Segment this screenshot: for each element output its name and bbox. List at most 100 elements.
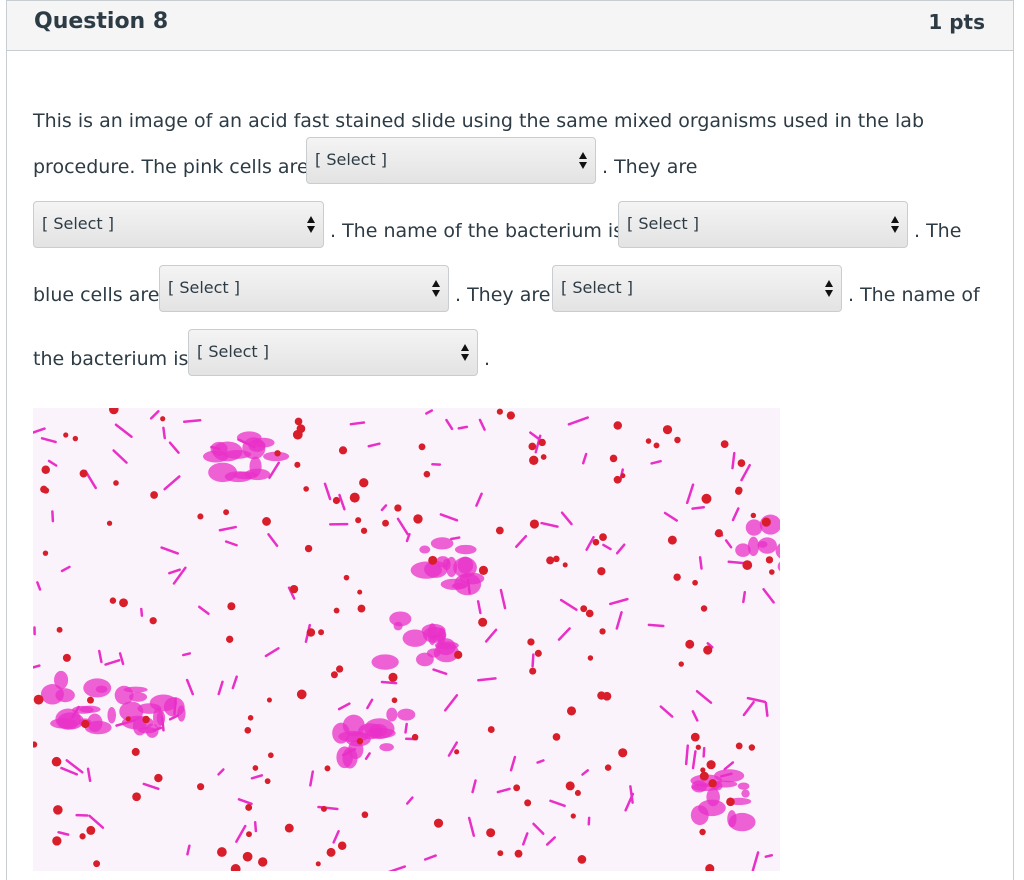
coccus-bacterium xyxy=(597,567,605,575)
coccus-bacterium xyxy=(646,438,652,444)
dropdown-value: [ Select ] xyxy=(168,278,240,297)
coccus-bacterium xyxy=(355,517,361,523)
coccus-bacterium xyxy=(599,628,605,634)
coccus-bacterium xyxy=(479,566,488,575)
blue-cells-type-dropdown[interactable]: [ Select ] xyxy=(552,265,842,312)
coccus-bacterium xyxy=(334,608,340,614)
pink-cells-type-dropdown[interactable]: [ Select ] xyxy=(33,201,324,248)
rod-bacterium xyxy=(451,538,459,539)
acid-fast-clump xyxy=(177,705,185,721)
acid-fast-clump xyxy=(57,712,84,729)
coccus-bacterium xyxy=(333,497,340,504)
coccus-bacterium xyxy=(419,443,426,450)
coccus-bacterium xyxy=(318,629,324,635)
question-text-line-4a: blue cells are xyxy=(33,284,159,306)
coccus-bacterium xyxy=(571,813,576,818)
coccus-bacterium xyxy=(597,691,605,699)
coccus-bacterium xyxy=(43,487,49,493)
coccus-bacterium xyxy=(226,636,233,643)
coccus-bacterium xyxy=(578,855,587,864)
coccus-bacterium xyxy=(150,491,158,499)
coccus-bacterium xyxy=(593,539,600,546)
coccus-bacterium xyxy=(392,697,398,703)
pink-bacterium-name-dropdown[interactable]: [ Select ] xyxy=(618,201,908,248)
coccus-bacterium xyxy=(428,556,437,565)
coccus-bacterium xyxy=(699,829,705,835)
coccus-bacterium xyxy=(529,456,538,465)
acid-fast-stain-image xyxy=(33,408,780,871)
coccus-bacterium xyxy=(412,734,419,741)
select-arrows-icon xyxy=(432,280,440,298)
acid-fast-clump xyxy=(459,573,484,585)
question-text-line-2a: procedure. The pink cells are xyxy=(33,156,309,178)
acid-fast-clump xyxy=(107,707,116,723)
acid-fast-clump xyxy=(435,641,459,649)
coccus-bacterium xyxy=(614,476,622,484)
coccus-bacterium xyxy=(110,597,116,603)
acid-fast-clump xyxy=(727,810,736,827)
rod-bacterium xyxy=(649,625,663,626)
coccus-bacterium xyxy=(703,646,712,655)
coccus-bacterium xyxy=(700,772,709,781)
pink-cells-dropdown[interactable]: [ Select ] xyxy=(306,137,596,184)
rod-bacterium xyxy=(533,655,534,667)
coccus-bacterium xyxy=(488,726,495,733)
acid-fast-clump xyxy=(691,780,706,792)
coccus-bacterium xyxy=(668,536,677,545)
coccus-bacterium xyxy=(316,861,321,866)
acid-fast-clump xyxy=(394,622,403,631)
rod-bacterium xyxy=(468,580,470,593)
coccus-bacterium xyxy=(497,850,503,856)
acid-fast-clump xyxy=(54,671,68,689)
coccus-bacterium xyxy=(223,509,229,515)
rod-bacterium xyxy=(743,592,744,602)
coccus-bacterium xyxy=(696,745,701,750)
coccus-bacterium xyxy=(726,798,735,807)
coccus-bacterium xyxy=(553,733,561,741)
dropdown-value: [ Select ] xyxy=(197,342,269,361)
coccus-bacterium xyxy=(588,655,593,660)
acid-fast-clump xyxy=(397,709,415,721)
coccus-bacterium xyxy=(691,733,700,742)
rod-bacterium xyxy=(163,428,164,438)
blue-bacterium-name-dropdown[interactable]: [ Select ] xyxy=(188,329,478,376)
acid-fast-clump xyxy=(115,686,134,705)
coccus-bacterium xyxy=(762,518,771,527)
rod-bacterium xyxy=(766,855,772,856)
acid-fast-clump xyxy=(455,545,477,554)
coccus-bacterium xyxy=(454,651,462,659)
coccus-bacterium xyxy=(243,852,253,862)
acid-fast-clump xyxy=(446,557,457,577)
coccus-bacterium xyxy=(34,695,44,705)
coccus-bacterium xyxy=(132,792,141,801)
coccus-bacterium xyxy=(692,580,698,586)
acid-fast-clump xyxy=(706,788,720,806)
stained-slide-graphic xyxy=(33,408,780,871)
question-header: Question 8 1 pts xyxy=(7,1,1013,51)
coccus-bacterium xyxy=(297,689,307,699)
coccus-bacterium xyxy=(87,697,94,704)
acid-fast-clump xyxy=(748,537,759,556)
rod-bacterium xyxy=(184,420,200,422)
acid-fast-clump xyxy=(379,743,394,751)
acid-fast-clump xyxy=(758,537,777,553)
question-text-line-4b: . They are xyxy=(455,284,550,306)
coccus-bacterium xyxy=(321,806,327,812)
coccus-bacterium xyxy=(563,562,568,567)
blue-cells-dropdown[interactable]: [ Select ] xyxy=(159,265,449,312)
coccus-bacterium xyxy=(685,640,694,649)
coccus-bacterium xyxy=(413,514,422,523)
coccus-bacterium xyxy=(297,424,306,433)
coccus-bacterium xyxy=(80,470,88,478)
coccus-bacterium xyxy=(535,650,542,657)
acid-fast-clump xyxy=(741,789,749,797)
coccus-bacterium xyxy=(107,521,112,526)
acid-fast-clump xyxy=(411,562,442,579)
coccus-bacterium xyxy=(738,459,746,467)
coccus-bacterium xyxy=(507,411,515,419)
coccus-bacterium xyxy=(63,654,71,662)
acid-fast-clump xyxy=(746,519,763,535)
coccus-bacterium xyxy=(707,760,716,769)
coccus-bacterium xyxy=(513,784,520,791)
coccus-bacterium xyxy=(382,520,389,527)
